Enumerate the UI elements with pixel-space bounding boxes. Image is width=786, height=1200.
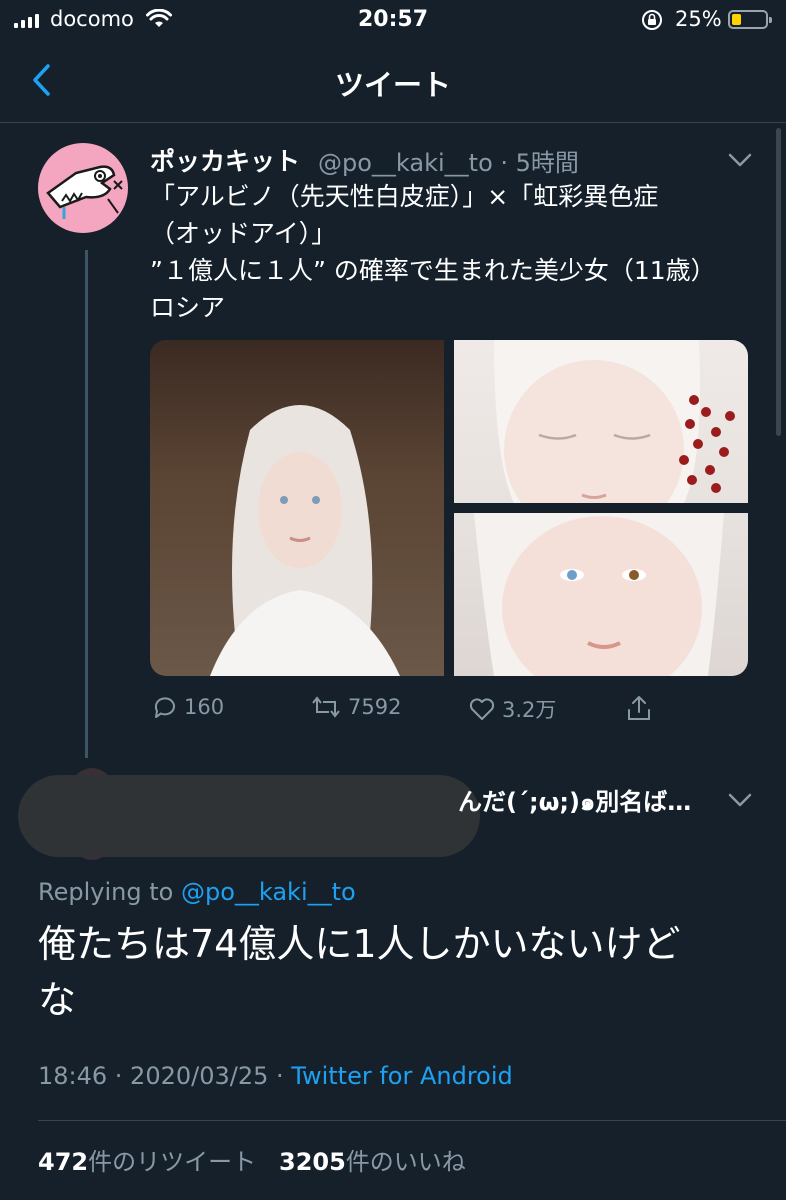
like-button[interactable]: 3.2万 (468, 694, 556, 724)
divider (38, 1120, 786, 1121)
reply-button[interactable]: 160 (152, 694, 224, 720)
orientation-lock-icon (640, 9, 664, 35)
battery-percent: 25% (675, 7, 722, 31)
battery-icon (728, 10, 772, 29)
photo-portrait[interactable] (150, 340, 444, 676)
reply-text-line: 俺たちは74億人に1人しかいないけど (38, 922, 681, 966)
like-count: 3.2万 (502, 698, 557, 722)
engagement-stats: 472件のリツイート 3205件のいいね (38, 1142, 466, 1177)
scrollbar[interactable] (776, 128, 781, 436)
reply-text: 俺たちは74億人に1人しかいないけど な (38, 916, 738, 1028)
tweet-text-line: 「アルビノ（先天性白皮症）」×「虹彩異色症 (150, 182, 659, 211)
reply-count: 160 (184, 695, 225, 719)
retweet-total: 472 (38, 1148, 89, 1176)
like-label: 件のいいね (345, 1148, 466, 1176)
tweet-text-line: ”１億人に１人” の確率で生まれた美少女（11歳） (150, 256, 716, 285)
tweet-text: 「アルビノ（先天性白皮症）」×「虹彩異色症 （オッドアイ）」 ”１億人に１人” … (150, 178, 740, 326)
reply-display-name[interactable]: んだ(´;ω;)๑別名ば… (458, 782, 691, 821)
like-stat[interactable]: 3205件のいいね (279, 1148, 466, 1176)
retweet-label: 件のリツイート (88, 1148, 257, 1176)
like-total: 3205 (279, 1148, 346, 1176)
clock: 20:57 (357, 7, 429, 32)
media-grid (150, 340, 748, 676)
replying-handle-link[interactable]: @po__kaki__to (181, 878, 356, 906)
display-name[interactable]: ポッカキット (150, 142, 300, 178)
retweet-icon (312, 696, 340, 718)
tweet-text-line: （オッドアイ）」 (150, 219, 337, 248)
avatar[interactable] (38, 143, 128, 233)
thread-line (85, 250, 88, 758)
heart-icon (469, 698, 495, 720)
handle-timestamp: @po__kaki__to · 5時間 (318, 149, 579, 177)
tweet-meta: 18:46 · 2020/03/25 · Twitter for Android (38, 1062, 513, 1090)
reply-text-line: な (38, 978, 77, 1022)
redaction-overlay (18, 775, 480, 857)
source-link[interactable]: Twitter for Android (291, 1062, 512, 1090)
page-title: ツイート (334, 68, 451, 102)
share-button[interactable] (626, 694, 652, 722)
retweet-count: 7592 (348, 695, 402, 719)
tweet-text-line: ロシア (150, 293, 226, 322)
retweet-stat[interactable]: 472件のリツイート (38, 1148, 256, 1176)
retweet-button[interactable]: 7592 (310, 694, 401, 720)
share-icon (628, 696, 650, 720)
status-bar: docomo 20:57 25% (0, 0, 786, 42)
header: ツイート (0, 42, 786, 123)
reply-icon (154, 697, 175, 718)
replying-prefix: Replying to (38, 878, 174, 906)
chevron-down-icon[interactable] (728, 152, 752, 171)
timestamp: 18:46 · 2020/03/25 · (38, 1062, 292, 1090)
photo-closed-eyes[interactable] (454, 340, 748, 503)
replying-to: Replying to @po__kaki__to (38, 878, 356, 906)
chevron-down-icon[interactable] (728, 792, 752, 811)
photo-odd-eyes[interactable] (454, 513, 748, 676)
